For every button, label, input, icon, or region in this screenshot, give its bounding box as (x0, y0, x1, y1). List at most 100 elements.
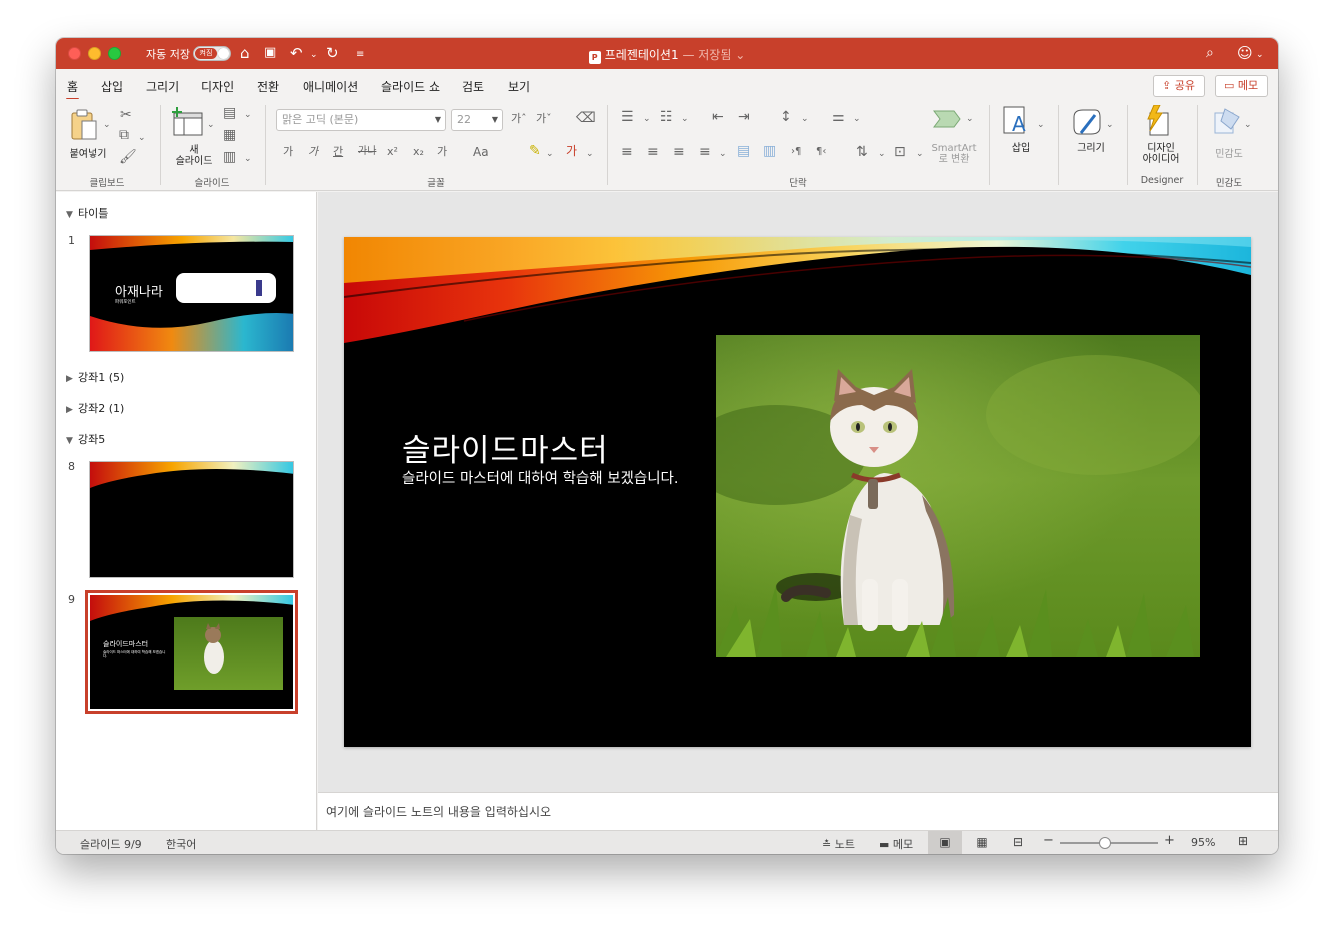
line-spacing-icon[interactable]: ↕ (780, 109, 792, 125)
columns-icon[interactable]: ⚌ (832, 109, 845, 125)
new-slide-dropdown-icon[interactable]: ⌄ (207, 117, 215, 133)
smartart-dropdown-icon[interactable]: ⌄ (966, 111, 974, 127)
insert-dropdown-icon[interactable]: ⌄ (1037, 117, 1045, 133)
zoom-out-icon[interactable]: − (1043, 833, 1054, 848)
smartart-icon[interactable] (932, 107, 962, 131)
cut-icon[interactable]: ✂ (120, 107, 132, 123)
share-button[interactable]: ⇪ 공유 (1153, 75, 1205, 97)
line-spacing-dropdown-icon[interactable]: ⌄ (801, 111, 809, 127)
slide-thumbnail-panel[interactable]: ▼ 타이틀 1 아재나라 파워포인트 ▶ 강좌1 (5) ▶ 강좌2 (1) ▼… (56, 192, 317, 830)
feedback-smiley-icon[interactable]: ☺ (1237, 44, 1253, 62)
align-text-dropdown-icon[interactable]: ⌄ (878, 146, 886, 162)
section-name: 강좌5 (78, 433, 106, 446)
rtl-icon[interactable]: ¶‹ (816, 144, 826, 160)
font-size-select[interactable]: 22 ▼ (451, 109, 503, 131)
slide-thumbnail-9[interactable]: 슬라이드마스터 슬라이드 마스터에 대하여 학습해 보겠습니다. (85, 590, 298, 714)
change-case-icon[interactable]: Aa (473, 144, 489, 160)
tab-review[interactable]: 검토 (462, 78, 484, 95)
justify-dropdown-icon[interactable]: ⌄ (719, 146, 727, 162)
distribute-icon[interactable]: ▤ (737, 143, 750, 159)
section-header-course5[interactable]: ▼ 강좌5 (66, 431, 105, 447)
zoom-level[interactable]: 95% (1191, 836, 1215, 849)
notes-placeholder[interactable]: 여기에 슬라이드 노트의 내용을 입력하십시오 (326, 803, 551, 820)
zoom-slider-thumb[interactable] (1099, 837, 1112, 849)
section-header-course1[interactable]: ▶ 강좌1 (5) (66, 369, 124, 385)
tab-transitions[interactable]: 전환 (257, 78, 279, 95)
columns-dropdown-icon[interactable]: ⌄ (853, 111, 861, 127)
copy-dropdown-icon[interactable]: ⌄ (138, 130, 146, 146)
zoom-in-icon[interactable]: + (1164, 833, 1175, 848)
comments-button[interactable]: ▭ 메모 (1215, 75, 1268, 97)
notes-toggle[interactable]: ≛ 노트 (822, 836, 855, 852)
paste-dropdown-icon[interactable]: ⌄ (103, 117, 111, 133)
feedback-dropdown-icon[interactable]: ⌄ (1256, 46, 1264, 64)
fit-slide-icon[interactable]: ⊞ (1238, 834, 1248, 848)
italic-icon[interactable]: 가 (308, 144, 318, 160)
font-color-icon[interactable]: 가 (566, 143, 577, 159)
tab-design[interactable]: 디자인 (201, 78, 234, 95)
search-icon[interactable]: ⌕ (1206, 44, 1214, 62)
highlight-color-icon[interactable]: ✎ (529, 143, 541, 159)
slide-editor[interactable]: 슬라이드마스터 슬라이드 마스터에 대하여 학습해 보겠습니다. (318, 192, 1278, 792)
layout-icon[interactable]: ▤ (223, 105, 236, 121)
tab-home[interactable]: 홈 (65, 78, 80, 101)
saved-status[interactable]: — 저장됨 ⌄ (682, 48, 745, 62)
format-painter-icon[interactable]: 🖌 (119, 149, 137, 165)
slide-sorter-button[interactable]: ▦ (965, 831, 999, 854)
superscript-icon[interactable]: x² (387, 144, 398, 160)
sensitivity-dropdown-icon[interactable]: ⌄ (1244, 117, 1252, 133)
decrease-font-size-icon[interactable]: 가ˇ (536, 111, 552, 127)
copy-icon[interactable]: ⧉ (119, 127, 129, 143)
layout-dropdown-icon[interactable]: ⌄ (244, 107, 252, 123)
ltr-icon[interactable]: ›¶ (791, 144, 801, 160)
justify-icon[interactable]: ≡ (699, 144, 711, 160)
align-center-icon[interactable]: ≡ (647, 144, 659, 160)
text-direction-icon[interactable]: ▥ (763, 143, 776, 159)
numbering-dropdown-icon[interactable]: ⌄ (681, 111, 689, 127)
normal-view-button[interactable]: ▣ (928, 831, 962, 854)
language-indicator[interactable]: 한국어 (166, 836, 196, 852)
current-slide[interactable]: 슬라이드마스터 슬라이드 마스터에 대하여 학습해 보겠습니다. (344, 237, 1251, 747)
font-name-select[interactable]: 맑은 고딕 (본문) ▼ (276, 109, 446, 131)
presenter-view-button[interactable]: ⊟ (1001, 831, 1035, 854)
reset-slide-icon[interactable]: ▦ (223, 127, 236, 143)
slide-title-text[interactable]: 슬라이드마스터 (402, 425, 609, 470)
notes-pane[interactable]: 여기에 슬라이드 노트의 내용을 입력하십시오 (318, 792, 1278, 830)
bullets-icon[interactable]: ☰ (621, 109, 634, 125)
tab-animations[interactable]: 애니메이션 (303, 78, 358, 95)
font-color-dropdown-icon[interactable]: ⌄ (586, 146, 594, 162)
underline-icon[interactable]: 간 (333, 144, 343, 160)
draw-dropdown-icon[interactable]: ⌄ (1106, 117, 1114, 133)
slide-subtitle-text[interactable]: 슬라이드 마스터에 대하여 학습해 보겠습니다. (402, 471, 698, 487)
section-icon[interactable]: ▥ (223, 149, 236, 165)
align-right-icon[interactable]: ≡ (673, 144, 685, 160)
comments-toggle[interactable]: ▬ 메모 (879, 836, 913, 852)
align-left-icon[interactable]: ≡ (621, 144, 633, 160)
tab-view[interactable]: 보기 (508, 78, 530, 95)
slide-thumbnail-8[interactable] (89, 461, 294, 578)
increase-indent-icon[interactable]: ⇥ (738, 109, 750, 125)
tab-insert[interactable]: 삽입 (101, 78, 123, 95)
tab-draw[interactable]: 그리기 (146, 78, 179, 95)
highlight-dropdown-icon[interactable]: ⌄ (546, 146, 554, 162)
increase-font-size-icon[interactable]: 가ˆ (511, 111, 527, 127)
text-box-icon[interactable]: ⊡ (894, 144, 906, 160)
tab-slideshow[interactable]: 슬라이드 쇼 (381, 78, 440, 95)
slide-counter: 슬라이드 9/9 (80, 838, 142, 851)
subscript-icon[interactable]: x₂ (413, 144, 424, 160)
slide-thumbnail-1[interactable]: 아재나라 파워포인트 (89, 235, 294, 352)
clear-formatting-icon[interactable]: ⌫ (576, 110, 596, 126)
zoom-slider[interactable] (1060, 837, 1158, 849)
bullets-dropdown-icon[interactable]: ⌄ (643, 111, 651, 127)
section-header-title[interactable]: ▼ 타이틀 (66, 205, 108, 221)
character-spacing-icon[interactable]: 가 (437, 144, 447, 160)
text-box-dropdown-icon[interactable]: ⌄ (916, 146, 924, 162)
strikethrough-icon[interactable]: 가나 (358, 144, 376, 160)
align-text-icon[interactable]: ⇅ (856, 144, 868, 160)
cat-photo[interactable] (716, 335, 1200, 657)
section-dropdown-icon[interactable]: ⌄ (244, 151, 252, 167)
section-header-course2[interactable]: ▶ 강좌2 (1) (66, 400, 124, 416)
bold-icon[interactable]: 가 (283, 144, 293, 160)
numbering-icon[interactable]: ☷ (660, 109, 673, 125)
decrease-indent-icon[interactable]: ⇤ (712, 109, 724, 125)
